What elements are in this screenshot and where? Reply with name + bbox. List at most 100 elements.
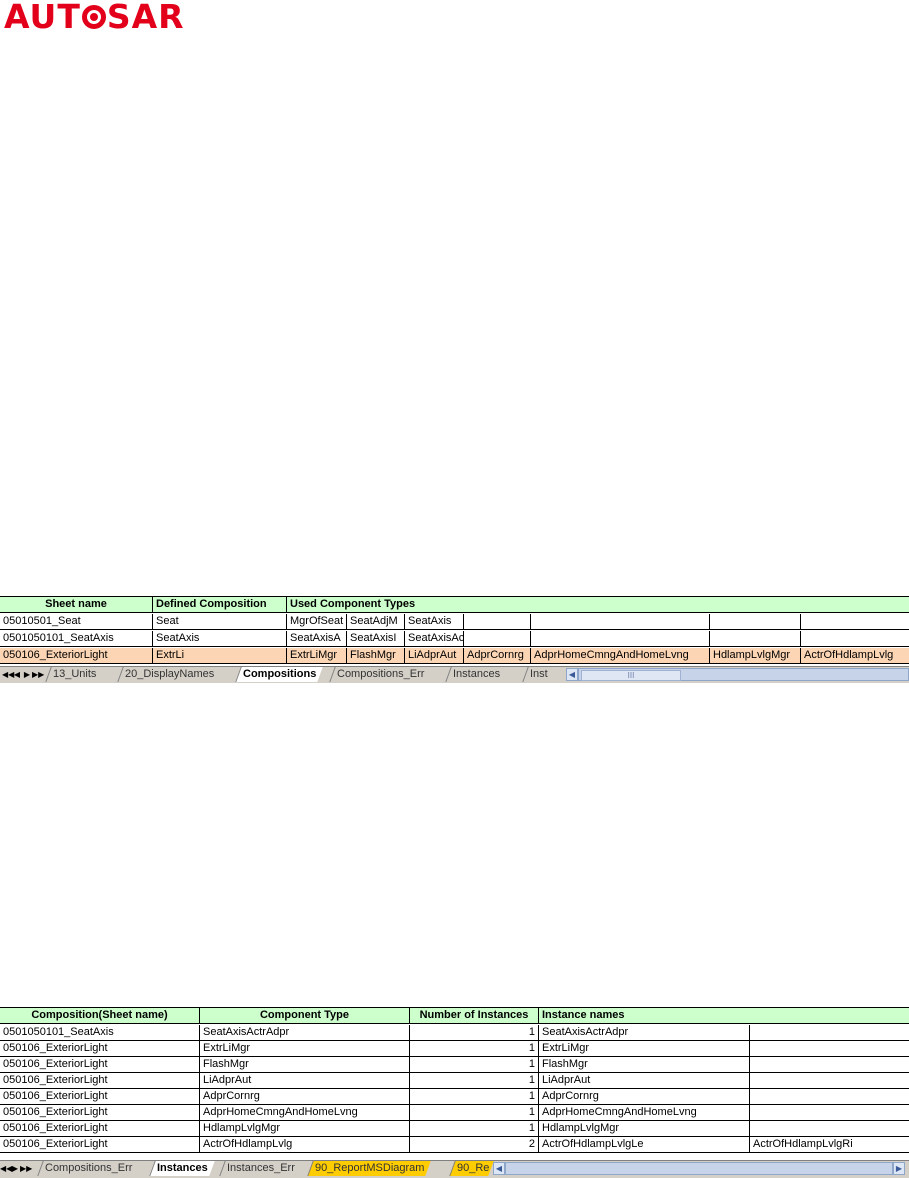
- last-sheet-icon[interactable]: ▶▶: [20, 1163, 32, 1174]
- table-cell[interactable]: [801, 631, 909, 647]
- table-cell[interactable]: 050106_ExteriorLight: [0, 1041, 200, 1057]
- table-cell[interactable]: [750, 1025, 909, 1041]
- table-cell[interactable]: SeatAxis: [405, 614, 464, 630]
- table-cell[interactable]: 050106_ExteriorLight: [0, 1121, 200, 1137]
- table-cell[interactable]: AdprCornrg: [464, 648, 531, 664]
- table-cell[interactable]: ActrOfHdlampLvlg: [801, 648, 909, 664]
- table-cell[interactable]: Seat: [153, 614, 287, 630]
- table-cell[interactable]: 1: [410, 1025, 539, 1041]
- table-cell[interactable]: [750, 1057, 909, 1073]
- sheet-tab[interactable]: 90_Re: [449, 1161, 494, 1176]
- table-cell[interactable]: AdprCornrg: [200, 1089, 410, 1105]
- table-cell[interactable]: [710, 614, 801, 630]
- table-cell[interactable]: ActrOfHdlampLvlgRi: [750, 1137, 909, 1153]
- sheet-tab[interactable]: Compositions_Err: [37, 1161, 140, 1176]
- table-cell[interactable]: 050106_ExteriorLight: [0, 1073, 200, 1089]
- table-cell[interactable]: 1: [410, 1121, 539, 1137]
- table-cell[interactable]: 1: [410, 1089, 539, 1105]
- table-cell[interactable]: FlashMgr: [539, 1057, 750, 1073]
- horizontal-scrollbar[interactable]: [505, 1162, 893, 1175]
- table-cell[interactable]: 050106_ExteriorLight: [0, 1105, 200, 1121]
- table-cell[interactable]: SeatAxisA: [287, 631, 347, 647]
- table-cell[interactable]: HdlampLvlgMgr: [200, 1121, 410, 1137]
- table-cell[interactable]: [531, 631, 710, 647]
- table-cell[interactable]: AdprCornrg: [539, 1089, 750, 1105]
- table-cell[interactable]: ExtrLiMgr: [200, 1041, 410, 1057]
- first-sheet-icon[interactable]: ◀◀: [0, 1163, 12, 1174]
- header-number-of-instances[interactable]: Number of Instances: [410, 1008, 539, 1024]
- table-cell[interactable]: [710, 631, 801, 647]
- next-sheet-icon[interactable]: ▶: [22, 669, 32, 680]
- last-sheet-icon[interactable]: ▶▶: [32, 669, 44, 680]
- header-used-component-types[interactable]: Used Component Types: [287, 597, 909, 613]
- table-cell[interactable]: 1: [410, 1073, 539, 1089]
- table-cell[interactable]: ActrOfHdlampLvlgLe: [539, 1137, 750, 1153]
- table-cell[interactable]: LiAdprAut: [539, 1073, 750, 1089]
- table-cell[interactable]: FlashMgr: [347, 648, 405, 664]
- first-sheet-icon[interactable]: ◀◀: [2, 669, 14, 680]
- header-defined-composition[interactable]: Defined Composition: [153, 597, 287, 613]
- table-cell[interactable]: 1: [410, 1057, 539, 1073]
- table-cell[interactable]: [531, 614, 710, 630]
- table-cell[interactable]: ExtrLiMgr: [539, 1041, 750, 1057]
- table-cell[interactable]: ExtrLiMgr: [287, 648, 347, 664]
- sheet-tab[interactable]: 13_Units: [45, 667, 104, 682]
- sheet-tab[interactable]: Compositions_Err: [329, 667, 432, 682]
- table-cell[interactable]: [750, 1041, 909, 1057]
- sheet-tab[interactable]: Compositions: [235, 667, 324, 682]
- table-cell[interactable]: 2: [410, 1137, 539, 1153]
- sheet-tab[interactable]: Instances: [445, 667, 507, 682]
- table-cell[interactable]: 05010501_Seat: [0, 614, 153, 630]
- sheet-tab[interactable]: Instances: [149, 1161, 215, 1176]
- scrollbar-thumb[interactable]: III: [581, 670, 681, 681]
- sheet-tab[interactable]: 90_ReportMSDiagram: [307, 1161, 432, 1176]
- table-cell[interactable]: HdlampLvlgMgr: [710, 648, 801, 664]
- table-cell[interactable]: [464, 614, 531, 630]
- table-cell[interactable]: SeatAxis: [153, 631, 287, 647]
- prev-sheet-icon[interactable]: ◀: [12, 669, 22, 680]
- sheet-tab[interactable]: Inst: [522, 667, 567, 682]
- table-cell[interactable]: [801, 614, 909, 630]
- table-cell[interactable]: MgrOfSeat: [287, 614, 347, 630]
- table-cell[interactable]: 1: [410, 1105, 539, 1121]
- header-sheet-name[interactable]: Sheet name: [0, 597, 153, 613]
- table-cell[interactable]: SeatAxisActrAdpr: [200, 1025, 410, 1041]
- horizontal-scrollbar[interactable]: III: [578, 668, 909, 681]
- prev-sheet-icon[interactable]: ▶: [10, 1163, 20, 1174]
- table-cell[interactable]: 050106_ExteriorLight: [0, 648, 153, 664]
- table-cell[interactable]: SeatAxisI: [347, 631, 405, 647]
- table-cell[interactable]: AdprHomeCmngAndHomeLvng: [531, 648, 710, 664]
- table-cell[interactable]: 0501050101_SeatAxis: [0, 1025, 200, 1041]
- table-cell[interactable]: SeatAxisActrAdpr: [405, 631, 464, 647]
- table-cell[interactable]: LiAdprAut: [200, 1073, 410, 1089]
- table-cell[interactable]: [750, 1105, 909, 1121]
- header-component-type[interactable]: Component Type: [200, 1008, 410, 1024]
- sheet-tab[interactable]: Instances_Err: [219, 1161, 302, 1176]
- table-cell[interactable]: [750, 1121, 909, 1137]
- table-cell[interactable]: SeatAxisActrAdpr: [539, 1025, 750, 1041]
- scroll-left-icon[interactable]: ◀: [493, 1162, 505, 1175]
- table-cell[interactable]: ActrOfHdlampLvlg: [200, 1137, 410, 1153]
- table-cell[interactable]: [750, 1073, 909, 1089]
- table-cell[interactable]: HdlampLvlgMgr: [539, 1121, 750, 1137]
- header-instance-names[interactable]: Instance names: [539, 1008, 909, 1024]
- table-cell[interactable]: LiAdprAut: [405, 648, 464, 664]
- scroll-right-icon[interactable]: ▶: [893, 1162, 905, 1175]
- table-cell[interactable]: AdprHomeCmngAndHomeLvng: [539, 1105, 750, 1121]
- table-cell[interactable]: [750, 1089, 909, 1105]
- table-row: 050106_ExteriorLight HdlampLvlgMgr 1 Hdlamp…: [0, 1121, 909, 1137]
- table-cell[interactable]: [464, 631, 531, 647]
- table-cell[interactable]: ExtrLi: [153, 648, 287, 664]
- scroll-left-icon[interactable]: ◀: [566, 668, 578, 681]
- header-composition[interactable]: Composition(Sheet name): [0, 1008, 200, 1024]
- table-row: 050106_ExteriorLight ActrOfHdlampLvlg 2 Act…: [0, 1137, 909, 1153]
- sheet-tab[interactable]: 20_DisplayNames: [117, 667, 221, 682]
- table-cell[interactable]: 050106_ExteriorLight: [0, 1137, 200, 1153]
- table-cell[interactable]: AdprHomeCmngAndHomeLvng: [200, 1105, 410, 1121]
- table-cell[interactable]: 050106_ExteriorLight: [0, 1057, 200, 1073]
- table-cell[interactable]: 1: [410, 1041, 539, 1057]
- table-cell[interactable]: 0501050101_SeatAxis: [0, 631, 153, 647]
- table-cell[interactable]: SeatAdjM: [347, 614, 405, 630]
- table-cell[interactable]: 050106_ExteriorLight: [0, 1089, 200, 1105]
- table-cell[interactable]: FlashMgr: [200, 1057, 410, 1073]
